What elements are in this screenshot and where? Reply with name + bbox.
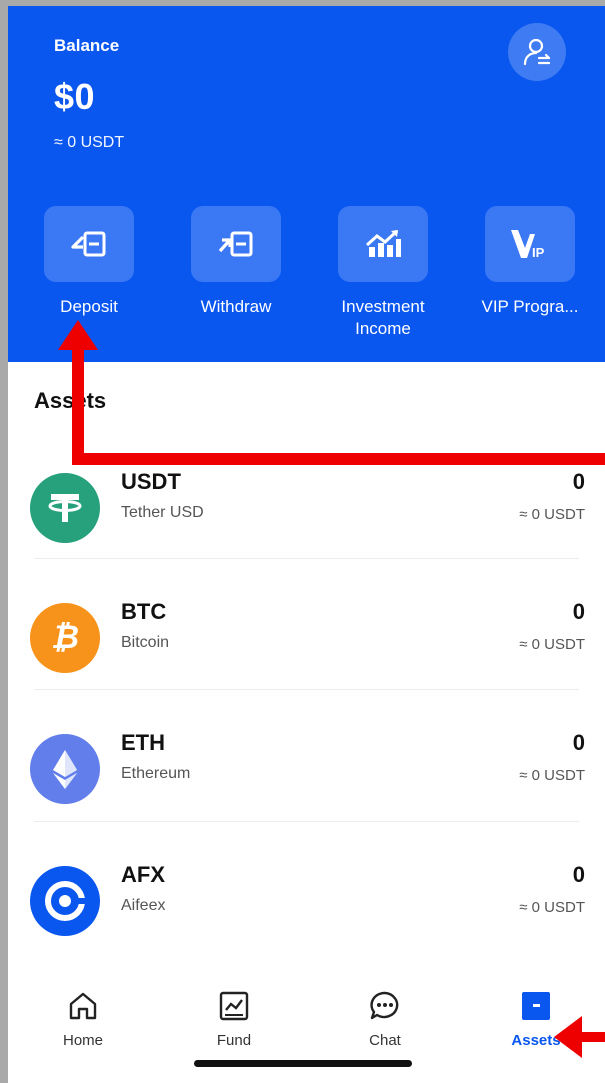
asset-row-btc[interactable]: ₿ BTC Bitcoin 0 ≈ 0 USDT xyxy=(8,591,605,711)
nav-fund-label: Fund xyxy=(216,1032,252,1049)
eth-coin-icon xyxy=(30,734,100,804)
fund-chart-icon xyxy=(216,988,252,1024)
deposit-action[interactable]: Deposit xyxy=(24,206,154,318)
balance-label: Balance xyxy=(54,36,120,55)
row-divider xyxy=(34,689,579,690)
afx-coin-icon xyxy=(30,866,100,936)
annotation-arrow-left-icon xyxy=(554,1016,582,1058)
btc-coin-icon: ₿ xyxy=(30,603,100,673)
asset-symbol: AFX xyxy=(121,862,165,887)
asset-approx-value: ≈ 0 USDT xyxy=(519,899,585,916)
vip-program-label: VIP Progra... xyxy=(481,297,579,316)
withdraw-label: Withdraw xyxy=(200,297,272,316)
investment-income-label: Investment Income xyxy=(341,297,425,338)
svg-text:₿: ₿ xyxy=(51,619,79,655)
asset-amount: 0 xyxy=(572,469,585,494)
nav-chat[interactable]: Chat xyxy=(330,988,440,1049)
withdraw-tile[interactable] xyxy=(191,206,281,282)
asset-approx-value: ≈ 0 USDT xyxy=(519,767,585,784)
investment-income-tile[interactable] xyxy=(338,206,428,282)
investment-income-action[interactable]: Investment Income xyxy=(318,206,448,340)
usdt-coin-icon xyxy=(30,473,100,543)
nav-chat-label: Chat xyxy=(369,1032,401,1049)
asset-amount: 0 xyxy=(572,862,585,887)
vip-program-tile[interactable]: IP xyxy=(485,206,575,282)
asset-row-usdt[interactable]: USDT Tether USD 0 ≈ 0 USDT xyxy=(8,461,605,581)
nav-home-label: Home xyxy=(62,1032,103,1049)
deposit-tile[interactable] xyxy=(44,206,134,282)
balance-header: Balance $0 ≈ 0 USDT Deposit Withdraw Inv… xyxy=(8,6,605,362)
asset-symbol: ETH xyxy=(121,730,165,755)
annotation-arrow-up-icon xyxy=(58,320,98,350)
vip-icon: IP xyxy=(511,230,545,260)
asset-approx-value: ≈ 0 USDT xyxy=(519,636,585,653)
assets-section-title: Assets xyxy=(34,388,107,413)
annotation-arrow-shaft xyxy=(72,345,84,463)
asset-symbol: BTC xyxy=(121,599,167,624)
balance-usdt-value: ≈ 0 USDT xyxy=(54,134,125,151)
home-icon xyxy=(65,988,101,1024)
balance-amount: $0 xyxy=(54,76,96,117)
asset-name: Ethereum xyxy=(121,765,191,782)
deposit-icon xyxy=(71,231,106,257)
asset-symbol: USDT xyxy=(121,469,181,494)
asset-name: Tether USD xyxy=(121,504,204,521)
vip-program-action[interactable]: IP VIP Progra... xyxy=(465,206,595,318)
svg-text:IP: IP xyxy=(532,245,545,260)
row-divider xyxy=(34,558,579,559)
deposit-label: Deposit xyxy=(60,297,118,316)
annotation-arrow-line xyxy=(72,453,605,465)
asset-row-afx[interactable]: AFX Aifeex 0 ≈ 0 USDT xyxy=(8,854,605,974)
row-divider xyxy=(34,821,579,822)
app-screen: Balance $0 ≈ 0 USDT Deposit Withdraw Inv… xyxy=(8,6,605,1083)
withdraw-icon xyxy=(218,231,253,257)
withdraw-action[interactable]: Withdraw xyxy=(171,206,301,318)
asset-amount: 0 xyxy=(572,599,585,624)
profile-button[interactable] xyxy=(508,23,566,81)
asset-amount: 0 xyxy=(572,730,585,755)
asset-name: Bitcoin xyxy=(121,634,170,651)
chart-growth-icon xyxy=(365,229,401,257)
home-indicator xyxy=(194,1060,412,1067)
profile-switch-icon xyxy=(523,38,551,66)
nav-home[interactable]: Home xyxy=(28,988,138,1049)
nav-fund[interactable]: Fund xyxy=(179,988,289,1049)
chat-icon xyxy=(367,988,403,1024)
asset-row-eth[interactable]: ETH Ethereum 0 ≈ 0 USDT xyxy=(8,722,605,842)
assets-icon xyxy=(518,988,554,1024)
asset-name: Aifeex xyxy=(121,897,166,914)
asset-approx-value: ≈ 0 USDT xyxy=(519,506,585,523)
